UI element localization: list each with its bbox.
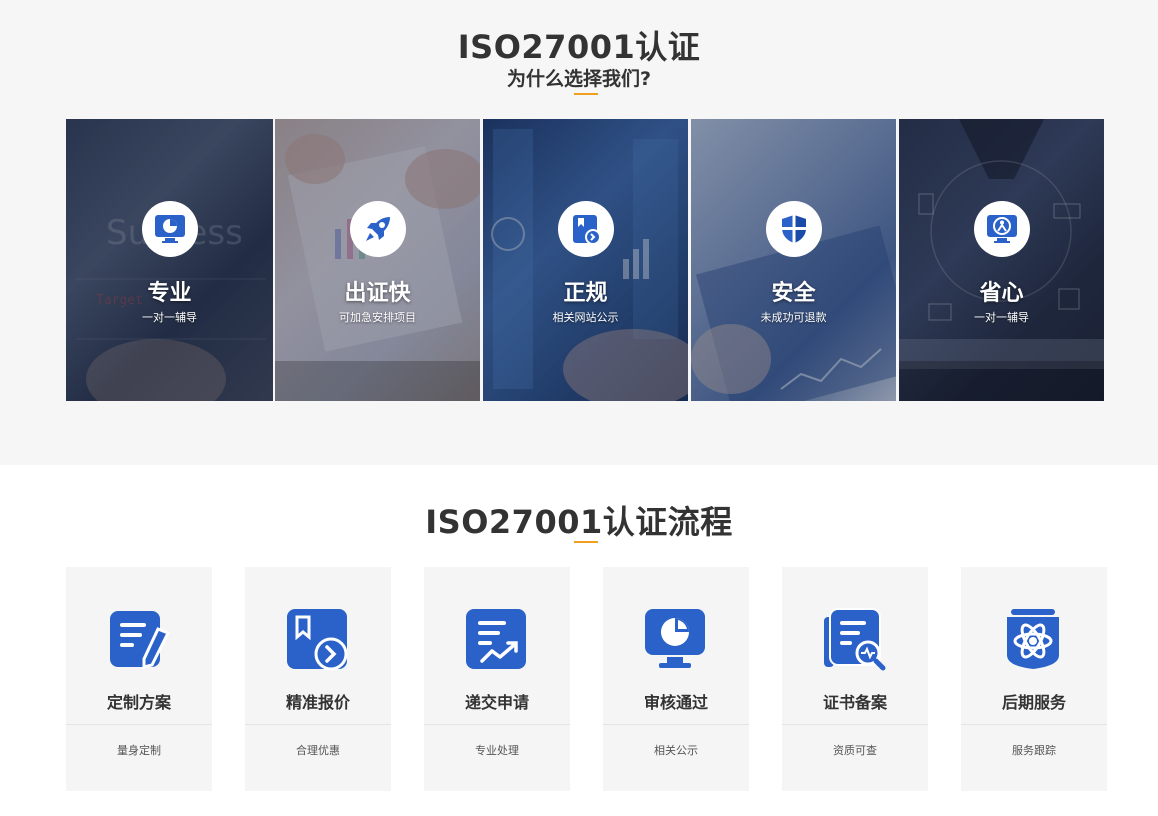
card-overlay [899,119,1104,401]
edit-doc-icon [110,611,170,669]
step-divider [424,724,570,725]
step-description: 合理优惠 [296,744,340,757]
bookmark-doc-icon [557,201,614,257]
feature-card-professional[interactable]: Success Target 专业 一对一辅导 [66,119,273,401]
step-divider [961,724,1107,725]
step-description: 专业处理 [475,744,519,757]
card-overlay [275,119,480,401]
monitor-pie-icon [645,609,705,668]
process-step-precise-quote[interactable]: 精准报价 合理优惠 [245,567,391,791]
title-accent-line [574,93,598,95]
step-title: 递交申请 [464,693,529,712]
card-overlay [691,119,896,401]
process-step-certificate-filing[interactable]: 证书备案 资质可查 [782,567,928,791]
step-divider [603,724,749,725]
step-divider [245,724,391,725]
monitor-pie-icon [141,201,198,257]
step-title: 后期服务 [1001,693,1066,712]
step-description: 量身定制 [117,744,161,757]
feature-card-worry-free[interactable]: 省心 一对一辅导 [899,119,1104,401]
shield-icon [765,201,822,257]
why-section-subtitle: 为什么选择我们? [506,68,652,90]
card-bottom-bar [899,361,1104,401]
step-divider [66,724,212,725]
step-divider [782,724,928,725]
card-overlay [66,119,273,401]
process-section-title: ISO27001认证流程 [425,503,733,541]
step-description: 资质可查 [833,744,877,757]
person-monitor-icon [973,201,1030,257]
card-description: 一对一辅导 [974,311,1029,324]
step-title: 定制方案 [106,693,171,712]
process-step-after-service[interactable]: 后期服务 服务跟踪 [961,567,1107,791]
card-description: 相关网站公示 [552,311,619,324]
rocket-icon [349,201,406,257]
card-title: 正规 [563,281,608,306]
feature-card-regular[interactable]: 正规 相关网站公示 [483,119,688,401]
feature-card-safe[interactable]: 安全 未成功可退款 [691,119,896,401]
feature-card-fast[interactable]: 出证快 可加急安排项目 [275,119,480,401]
atom-icon [1007,609,1059,669]
certification-process-section: ISO27001认证流程 定制方案 量身定制 精准报价 合理优惠 递交申请 专业… [0,465,1158,816]
card-description: 可加急安排项目 [339,311,416,324]
step-description: 相关公示 [654,744,698,757]
card-title: 出证快 [344,281,411,306]
step-description: 服务跟踪 [1012,744,1056,757]
why-choose-us-section: ISO27001认证 为什么选择我们? Success Target 专业 一对… [0,0,1158,465]
process-step-audit-passed[interactable]: 审核通过 相关公示 [603,567,749,791]
card-title: 专业 [147,281,192,306]
title-accent-line [574,541,598,543]
chart-doc-icon [466,609,526,669]
step-title: 证书备案 [822,693,887,712]
why-section-title: ISO27001认证 [457,28,701,66]
step-title: 审核通过 [643,693,708,712]
step-title: 精准报价 [285,693,350,712]
card-description: 未成功可退款 [760,311,827,324]
doc-search-icon [824,608,886,671]
card-overlay [483,119,688,401]
card-bottom-bar [275,361,480,401]
card-description: 一对一辅导 [142,311,197,324]
feature-cards: Success Target 专业 一对一辅导 [66,119,1104,401]
card-title: 省心 [979,281,1024,306]
card-title: 安全 [771,281,816,306]
process-step-custom-plan[interactable]: 定制方案 量身定制 [66,567,212,791]
process-step-submit-application[interactable]: 递交申请 专业处理 [424,567,570,791]
bookmark-arrow-icon [287,609,348,671]
